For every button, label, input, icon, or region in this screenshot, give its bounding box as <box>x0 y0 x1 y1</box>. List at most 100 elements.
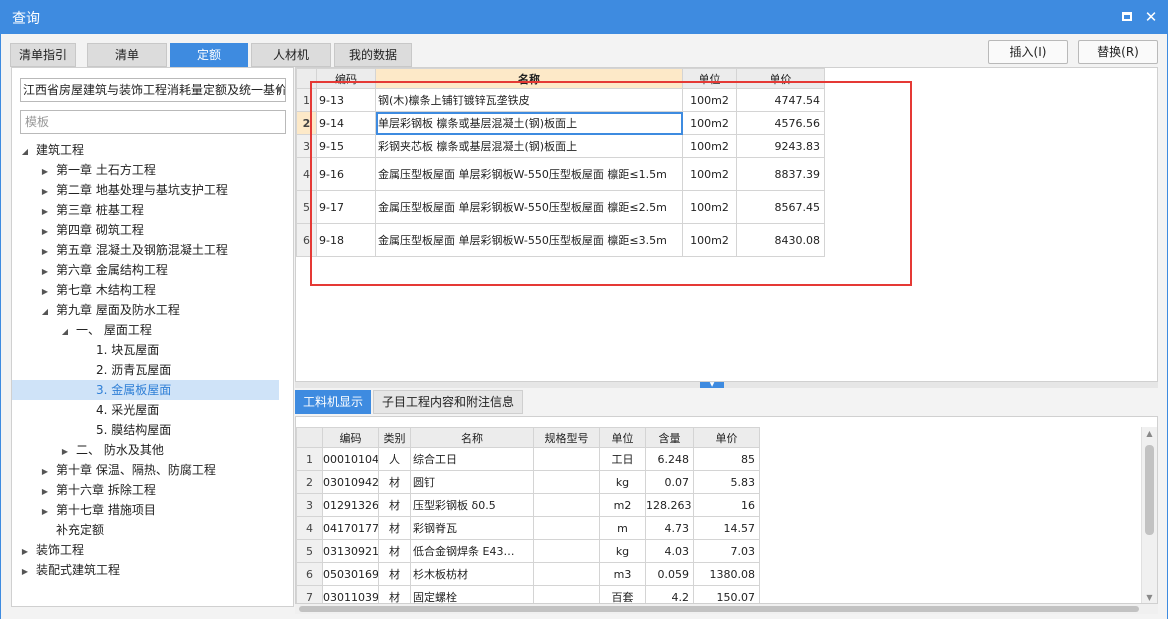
col-header-code[interactable]: 编码 <box>322 427 379 448</box>
tree-item[interactable]: ▶ 第四章 砌筑工程 <box>12 220 279 240</box>
scroll-thumb[interactable] <box>299 606 1139 612</box>
col-header-name[interactable]: 名称 <box>375 68 683 89</box>
cell-quantity[interactable]: 4.03 <box>645 539 694 563</box>
cell-name[interactable]: 综合工日 <box>410 447 534 471</box>
scroll-up-icon[interactable]: ▲ <box>1142 427 1157 441</box>
cell-spec[interactable] <box>533 585 600 603</box>
row-index[interactable]: 3 <box>296 493 323 517</box>
cell-spec[interactable] <box>533 539 600 563</box>
col-header-unit[interactable]: 单位 <box>599 427 646 448</box>
collapsed-arrow-icon[interactable]: ▶ <box>38 182 52 202</box>
cell-name[interactable]: 固定螺栓 <box>410 585 534 603</box>
cell-quantity[interactable]: 0.059 <box>645 562 694 586</box>
scroll-thumb[interactable] <box>1145 445 1154 535</box>
cell-unit[interactable]: 100m2 <box>682 88 737 112</box>
cell-type[interactable]: 材 <box>378 470 411 494</box>
tree-item[interactable]: ▶ 第十六章 拆除工程 <box>12 480 279 500</box>
tree-item[interactable]: 1. 块瓦屋面 <box>12 340 279 360</box>
insert-button[interactable]: 插入(I) <box>988 40 1068 64</box>
table-row[interactable]: 6 05030169 材杉木板枋材 m3 0.059 1380.08 <box>296 562 760 586</box>
cell-name[interactable]: 单层彩钢板 檩条或基层混凝土(钢)板面上 <box>375 111 683 135</box>
cell-code[interactable]: 03011039 <box>322 585 379 603</box>
search-input[interactable] <box>20 110 286 134</box>
tree-item[interactable]: ▶ 第六章 金属结构工程 <box>12 260 279 280</box>
cell-name[interactable]: 低合金钢焊条 E43… <box>410 539 534 563</box>
cell-code[interactable]: 9-16 <box>316 157 376 191</box>
collapsed-arrow-icon[interactable]: ▶ <box>38 282 52 302</box>
col-header-code[interactable]: 编码 <box>316 68 376 89</box>
row-index[interactable]: 3 <box>296 134 317 158</box>
cell-unit[interactable]: m2 <box>599 493 646 517</box>
tree-item[interactable]: 3. 金属板屋面 <box>12 380 279 400</box>
cell-price[interactable]: 1380.08 <box>693 562 760 586</box>
cell-unit[interactable]: 百套 <box>599 585 646 603</box>
row-index[interactable]: 2 <box>296 111 317 135</box>
tree-item[interactable]: 4. 采光屋面 <box>12 400 279 420</box>
tree-item[interactable]: ▶ 第七章 木结构工程 <box>12 280 279 300</box>
col-header-name[interactable]: 名称 <box>410 427 534 448</box>
row-index[interactable]: 6 <box>296 562 323 586</box>
table-row[interactable]: 5 03130921 材低合金钢焊条 E43… kg 4.03 7.03 <box>296 539 760 563</box>
cell-code[interactable]: 01291326 <box>322 493 379 517</box>
cell-price[interactable]: 14.57 <box>693 516 760 540</box>
row-index[interactable]: 5 <box>296 190 317 224</box>
cell-unit[interactable]: 100m2 <box>682 134 737 158</box>
cell-code[interactable]: 05030169 <box>322 562 379 586</box>
cell-spec[interactable] <box>533 516 600 540</box>
collapsed-arrow-icon[interactable]: ▶ <box>58 442 72 462</box>
tree-item[interactable]: 补充定额 <box>12 520 279 540</box>
row-index[interactable]: 4 <box>296 516 323 540</box>
table-row[interactable]: 6 9-18 金属压型板屋面 单层彩钢板W-550压型板屋面 檩距≤3.5m 100m… <box>296 223 825 257</box>
cell-type[interactable]: 材 <box>378 562 411 586</box>
expanded-arrow-icon[interactable]: ◢ <box>38 302 52 322</box>
cell-price[interactable]: 5.83 <box>693 470 760 494</box>
cell-code[interactable]: 9-14 <box>316 111 376 135</box>
tree-item[interactable]: ▶ 装饰工程 <box>12 540 279 560</box>
close-icon[interactable]: ✕ <box>1142 8 1160 26</box>
cell-type[interactable]: 材 <box>378 493 411 517</box>
tree-item[interactable]: 5. 膜结构屋面 <box>12 420 279 440</box>
cell-type[interactable]: 人 <box>378 447 411 471</box>
collapsed-arrow-icon[interactable]: ▶ <box>38 222 52 242</box>
cell-unit[interactable]: 100m2 <box>682 157 737 191</box>
cell-quantity[interactable]: 0.07 <box>645 470 694 494</box>
library-select[interactable]: 江西省房屋建筑与装饰工程消耗量定额及统一基价表(2017) ▼ <box>20 78 286 102</box>
cell-code[interactable]: 03010942 <box>322 470 379 494</box>
table-row[interactable]: 7 03011039 材固定螺栓 百套 4.2 150.07 <box>296 585 760 603</box>
tree-item[interactable]: ◢ 一、 屋面工程 <box>12 320 279 340</box>
col-header-type[interactable]: 类别 <box>378 427 411 448</box>
cell-code[interactable]: 04170177 <box>322 516 379 540</box>
vertical-scrollbar[interactable]: ▲ ▼ <box>1141 427 1157 603</box>
maximize-icon[interactable] <box>1118 8 1136 26</box>
collapsed-arrow-icon[interactable]: ▶ <box>38 202 52 222</box>
cell-type[interactable]: 材 <box>378 516 411 540</box>
cell-unit[interactable]: m3 <box>599 562 646 586</box>
cell-unit[interactable]: 100m2 <box>682 223 737 257</box>
tab-labor-material[interactable]: 人材机 <box>251 43 331 67</box>
row-index[interactable]: 7 <box>296 585 323 603</box>
cell-price[interactable]: 16 <box>693 493 760 517</box>
horizontal-scrollbar[interactable] <box>295 604 1158 614</box>
row-index[interactable]: 1 <box>296 447 323 471</box>
collapsed-arrow-icon[interactable]: ▶ <box>38 262 52 282</box>
table-row[interactable]: 2 9-14 单层彩钢板 檩条或基层混凝土(钢)板面上 100m2 4576.56 <box>296 111 825 135</box>
cell-code[interactable]: 9-17 <box>316 190 376 224</box>
cell-type[interactable]: 材 <box>378 539 411 563</box>
cell-name[interactable]: 金属压型板屋面 单层彩钢板W-550压型板屋面 檩距≤1.5m <box>375 157 683 191</box>
cell-code[interactable]: 9-13 <box>316 88 376 112</box>
cell-spec[interactable] <box>533 562 600 586</box>
cell-code[interactable]: 00010104 <box>322 447 379 471</box>
cell-quantity[interactable]: 4.73 <box>645 516 694 540</box>
tree-item[interactable]: ▶ 二、 防水及其他 <box>12 440 279 460</box>
table-row[interactable]: 1 00010104 人综合工日 工日 6.248 85 <box>296 447 760 471</box>
expanded-arrow-icon[interactable]: ◢ <box>18 142 32 162</box>
col-header-spec[interactable]: 规格型号 <box>533 427 600 448</box>
panel-splitter[interactable]: ▼ <box>295 382 1158 388</box>
chevron-down-icon[interactable]: ▼ <box>276 79 282 101</box>
cell-code[interactable]: 9-18 <box>316 223 376 257</box>
cell-name[interactable]: 彩钢脊瓦 <box>410 516 534 540</box>
cell-unit[interactable]: 100m2 <box>682 190 737 224</box>
scroll-down-icon[interactable]: ▼ <box>1142 591 1157 603</box>
tab-quota[interactable]: 定额 <box>170 43 248 67</box>
cell-price[interactable]: 9243.83 <box>736 134 825 158</box>
